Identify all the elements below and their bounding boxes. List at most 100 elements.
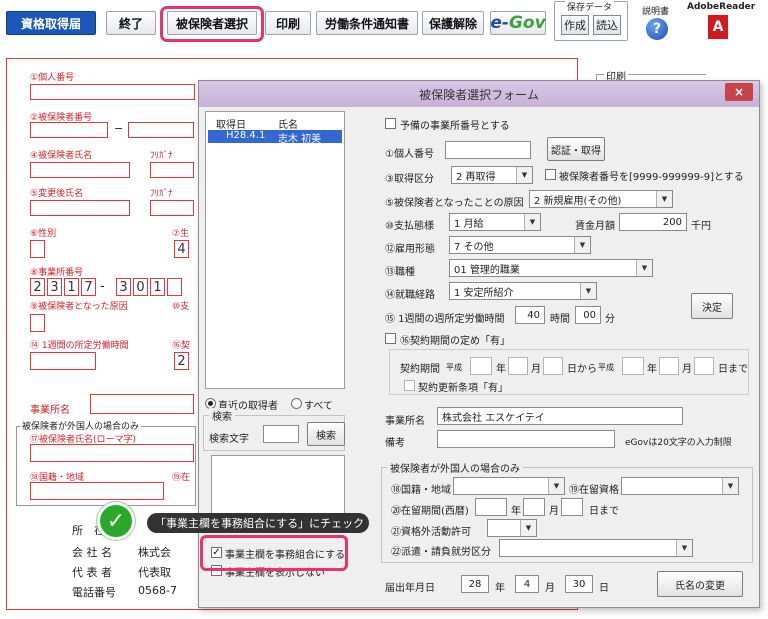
contract-label: ⑯契約期間の定め「有」 bbox=[400, 336, 510, 347]
contract-check[interactable] bbox=[385, 333, 396, 344]
minutes-input[interactable]: 00 bbox=[575, 306, 601, 324]
chevron-down-icon: ▼ bbox=[574, 237, 590, 253]
dialog-title-bar[interactable]: 被保険者選択フォーム × bbox=[199, 81, 759, 107]
list-item[interactable]: H28.4.1 志木 初美 bbox=[208, 130, 342, 145]
nationality-select[interactable]: ▼ bbox=[453, 477, 565, 495]
to-month-input bbox=[659, 357, 679, 375]
template-title: 保存データ bbox=[565, 0, 615, 13]
submit-year-input[interactable]: 28 bbox=[461, 575, 489, 593]
contract-digit: 2 bbox=[174, 352, 189, 370]
insured-listbox[interactable]: 取得日 氏名 H28.4.1 志木 初美 bbox=[205, 111, 345, 389]
route-label: ⑭就職経路 bbox=[385, 290, 435, 301]
rep-label: 代 表 者 bbox=[72, 566, 112, 579]
office-input[interactable]: 株式会社 エスケイテイ bbox=[437, 407, 683, 425]
manual-label: 説明書 bbox=[642, 7, 670, 17]
submit-month-input[interactable]: 4 bbox=[515, 575, 539, 593]
personal-number-label: ①個人番号 bbox=[30, 73, 75, 83]
pay-select[interactable]: 1 月給 ▼ bbox=[449, 213, 541, 231]
employ-label: ⑫雇用形態 bbox=[385, 244, 435, 255]
insured-number-box-2 bbox=[128, 122, 194, 138]
to-day-input bbox=[694, 357, 714, 375]
acquire-report-button[interactable]: 資格取得届 bbox=[6, 11, 96, 35]
reason-label: ⑤被保険者となったことの原因 bbox=[385, 198, 524, 209]
wage-input[interactable]: 200 bbox=[619, 213, 687, 231]
renew-check bbox=[404, 380, 415, 391]
company-value: 株式会 bbox=[138, 546, 171, 559]
dispatch-select[interactable]: ▼ bbox=[499, 539, 693, 557]
search-group-title: 検索 bbox=[209, 408, 235, 423]
wage-label: 賃金月額 bbox=[575, 221, 615, 232]
dash-1: − bbox=[114, 122, 124, 135]
office-name-box bbox=[90, 394, 194, 414]
period-day-input[interactable] bbox=[561, 498, 583, 516]
contract-label: ⑯契 bbox=[172, 341, 191, 351]
status-select[interactable]: ▼ bbox=[621, 477, 739, 495]
office-number-label: ⑧事業所番号 bbox=[30, 268, 84, 278]
chevron-down-icon: ▼ bbox=[524, 214, 540, 230]
insured-num-check[interactable] bbox=[545, 169, 556, 180]
chevron-down-icon: ▼ bbox=[580, 283, 596, 299]
template-group: 保存データ 作成 読込 bbox=[554, 0, 628, 41]
nationality-box bbox=[30, 482, 164, 500]
from-year-input bbox=[470, 357, 492, 375]
unlock-button[interactable]: 保護解除 bbox=[422, 11, 484, 35]
until-label: 日まで bbox=[718, 364, 748, 375]
acquire-type-value: 2 再取得 bbox=[456, 171, 496, 183]
reason-select[interactable]: 2 新規雇用(その他) ▼ bbox=[529, 190, 673, 208]
verify-button[interactable]: 認証・取得 bbox=[547, 137, 605, 161]
create-button[interactable]: 作成 bbox=[561, 15, 589, 35]
pay-value: 1 月給 bbox=[454, 218, 484, 230]
office-digit: 3 bbox=[116, 278, 131, 296]
prev-office-check[interactable] bbox=[385, 118, 396, 129]
job-select[interactable]: 01 管理的職業 ▼ bbox=[449, 259, 653, 277]
reason-value: 2 新規雇用(その他) bbox=[534, 195, 622, 207]
insured-number-box-1 bbox=[30, 122, 108, 138]
remarks-input[interactable] bbox=[437, 430, 615, 448]
all-label: すべて bbox=[304, 401, 333, 412]
period-year-input[interactable] bbox=[475, 498, 507, 516]
list-item-name: 志木 初美 bbox=[278, 134, 322, 145]
permit-select[interactable]: ▼ bbox=[487, 519, 537, 537]
pay-label: ⑩支 bbox=[172, 302, 190, 312]
residence-label: ⑲在 bbox=[172, 473, 191, 483]
rename-button[interactable]: 氏名の変更 bbox=[657, 571, 743, 597]
furigana-label: ﾌﾘｶﾞﾅ bbox=[150, 151, 173, 161]
close-icon[interactable]: × bbox=[725, 83, 753, 101]
insured-name-label: ④被保険者氏名 bbox=[30, 151, 93, 161]
route-select[interactable]: 1 安定所紹介 ▼ bbox=[449, 282, 597, 300]
select-insured-button[interactable]: 被保険者選択 bbox=[167, 11, 257, 35]
all-radio[interactable] bbox=[291, 398, 302, 409]
search-input[interactable] bbox=[263, 425, 299, 443]
personal-number-label: ①個人番号 bbox=[385, 149, 434, 160]
hours-input[interactable]: 40 bbox=[515, 306, 545, 324]
exit-button[interactable]: 終了 bbox=[106, 11, 156, 35]
help-icon[interactable]: ? bbox=[646, 18, 668, 40]
renew-label: 契約更新条項「有」 bbox=[418, 383, 508, 394]
weekly-label: ⑮ 1週間の週所定労働時間 bbox=[385, 314, 505, 325]
submit-day-input[interactable]: 30 bbox=[565, 575, 593, 593]
confirm-button[interactable]: 決定 bbox=[691, 293, 733, 319]
route-value: 1 安定所紹介 bbox=[454, 287, 514, 299]
remarks-label: 備考 bbox=[385, 438, 405, 449]
employ-select[interactable]: 7 その他 ▼ bbox=[449, 236, 591, 254]
toolbar: 資格取得届 終了 被保険者選択 印刷 労働条件通知書 保護解除 e- Gov 保存… bbox=[0, 0, 768, 50]
office-dash: - bbox=[100, 279, 105, 294]
adobe-reader-icon[interactable]: A bbox=[708, 15, 728, 39]
status-label: ⑲在留資格 bbox=[569, 485, 619, 496]
labor-notice-button[interactable]: 労働条件通知書 bbox=[316, 11, 418, 35]
from-month-input bbox=[508, 357, 528, 375]
wage-unit: 千円 bbox=[691, 221, 711, 232]
office-label: 事業所名 bbox=[385, 416, 425, 427]
period-year-label: 年 bbox=[511, 506, 521, 517]
search-button[interactable]: 検索 bbox=[307, 422, 345, 446]
print-button[interactable]: 印刷 bbox=[265, 11, 311, 35]
load-button[interactable]: 読込 bbox=[593, 15, 621, 35]
gender-box bbox=[30, 240, 45, 258]
phone-value: 0568-7 bbox=[138, 584, 177, 597]
period-month-input[interactable] bbox=[523, 498, 545, 516]
acquire-type-select[interactable]: 2 再取得 ▼ bbox=[451, 166, 533, 184]
office-digit: 3 bbox=[47, 278, 62, 296]
personal-number-input[interactable] bbox=[445, 141, 531, 159]
egov-button[interactable]: e- Gov bbox=[490, 11, 546, 35]
chevron-down-icon: ▼ bbox=[636, 260, 652, 276]
